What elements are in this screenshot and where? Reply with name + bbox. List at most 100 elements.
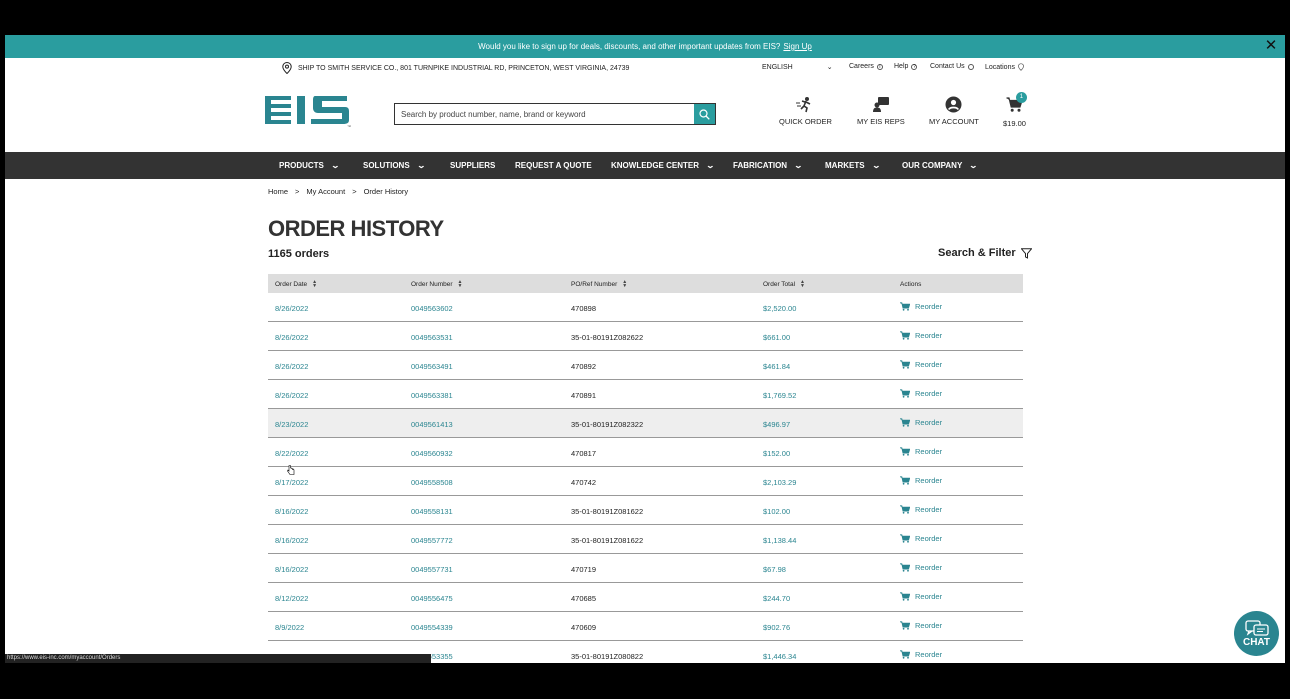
order-total-cell[interactable]: $152.00 [763,449,790,458]
po-ref-number-cell: 470898 [571,304,597,313]
order-total-cell[interactable]: $1,446.34 [763,652,796,661]
order-total-cell[interactable]: $902.76 [763,623,790,632]
table-row: 8/26/2022 0049563602 470898 $2,520.00 Reorde… [268,293,1023,322]
nav-suppliers[interactable]: SUPPLIERS [450,152,495,179]
order-number-cell[interactable]: 0049558131 [411,507,453,516]
order-total-cell[interactable]: $1,769.52 [763,391,796,400]
help-link[interactable]: Help? [894,63,918,70]
order-total-cell[interactable]: $67.98 [763,565,786,574]
order-number-cell[interactable]: 0049557731 [411,565,453,574]
reorder-label: Reorder [915,447,943,456]
signup-link[interactable]: Sign Up [783,42,811,51]
col-po-ref-number[interactable]: PO/Ref Number ▲ ▼ [571,279,628,289]
cart-button[interactable]: 1 $19.00 [1003,92,1027,128]
order-date-cell[interactable]: 8/9/2022 [275,623,304,632]
order-total-cell[interactable]: $461.84 [763,362,790,371]
order-date-cell[interactable]: 8/26/2022 [275,333,308,342]
search-filter-button[interactable]: Search & Filter [938,247,1032,259]
order-date-cell[interactable]: 8/17/2022 [275,478,308,487]
reorder-button[interactable]: Reorder [900,447,942,456]
order-date-cell[interactable]: 8/23/2022 [275,420,308,429]
nav-fabrication[interactable]: FABRICATION ⌄ [733,152,803,179]
location-pin-icon [282,62,292,74]
chevron-down-icon: ⌄ [826,64,833,71]
order-total-cell[interactable]: $244.70 [763,594,790,603]
careers-link[interactable]: Careers i [849,63,883,70]
cart-icon [900,331,910,340]
reorder-button[interactable]: Reorder [900,360,942,369]
breadcrumb-home[interactable]: Home [268,187,288,196]
order-total-cell[interactable]: $1,138.44 [763,536,796,545]
reorder-button[interactable]: Reorder [900,331,942,340]
nav-solutions[interactable]: SOLUTIONS ⌄ [363,152,426,179]
po-ref-number-cell: 470892 [571,362,597,371]
order-number-cell[interactable]: 0049554339 [411,623,453,632]
col-order-number[interactable]: Order Number ▲ ▼ [411,280,463,289]
table-row: 8/26/2022 0049563381 470891 $1,769.52 Reorde… [268,380,1023,409]
reorder-button[interactable]: Reorder [900,302,942,311]
reorder-label: Reorder [915,621,943,630]
order-number-cell[interactable]: 0049561413 [411,420,453,429]
order-total-cell[interactable]: $2,520.00 [763,304,796,313]
chat-button[interactable]: CHAT [1234,611,1279,656]
my-account-button[interactable]: MY ACCOUNT [929,96,979,126]
locations-link[interactable]: Locations [985,63,1024,71]
quick-order-icon [796,97,811,113]
nav-our-company[interactable]: OUR COMPANY ⌄ [902,152,978,179]
order-number-cell[interactable]: 0049563602 [411,304,453,313]
quick-order-button[interactable]: QUICK ORDER [779,96,832,126]
order-number-cell[interactable]: 0049558508 [411,478,453,487]
reorder-button[interactable]: Reorder [900,534,942,543]
eis-logo[interactable]: ™ [265,96,355,129]
nav-markets[interactable]: MARKETS ⌄ [825,152,881,179]
my-eis-reps-button[interactable]: MY EIS REPS [857,96,905,126]
reorder-button[interactable]: Reorder [900,650,942,659]
order-number-cell[interactable]: 0049557772 [411,536,453,545]
close-icon[interactable]: ✕ [1263,38,1279,54]
reorder-button[interactable]: Reorder [900,418,942,427]
main-nav: PRODUCTS ⌄ SOLUTIONS ⌄ SUPPLIERS REQUEST A… [5,152,1285,179]
cart-icon [900,563,910,572]
order-total-cell[interactable]: $661.00 [763,333,790,342]
nav-products[interactable]: PRODUCTS ⌄ [279,152,340,179]
order-date-cell[interactable]: 8/16/2022 [275,507,308,516]
order-total-cell[interactable]: $102.00 [763,507,790,516]
order-date-cell[interactable]: 8/16/2022 [275,536,308,545]
order-total-cell[interactable]: $2,103.29 [763,478,796,487]
search-button[interactable] [694,104,715,124]
order-date-cell[interactable]: 8/26/2022 [275,362,308,371]
nav-knowledge-center[interactable]: KNOWLEDGE CENTER ⌄ [611,152,715,179]
order-total-cell[interactable]: $496.97 [763,420,790,429]
order-date-cell[interactable]: 8/16/2022 [275,565,308,574]
order-date-cell[interactable]: 8/26/2022 [275,391,308,400]
ship-to-selector[interactable]: SHIP TO SMITH SERVICE CO., 801 TURNPIKE … [282,62,629,74]
reorder-button[interactable]: Reorder [900,389,942,398]
reorder-button[interactable]: Reorder [900,505,942,514]
cart-icon [900,621,910,630]
reorder-button[interactable]: Reorder [900,592,942,601]
reorder-button[interactable]: Reorder [900,621,942,630]
nav-request-quote[interactable]: REQUEST A QUOTE [515,152,592,179]
reorder-button[interactable]: Reorder [900,476,942,485]
order-number-cell[interactable]: 0049563381 [411,391,453,400]
order-number-cell[interactable]: 0049563491 [411,362,453,371]
utility-bar: SHIP TO SMITH SERVICE CO., 801 TURNPIKE … [5,58,1285,78]
order-number-cell[interactable]: 0049563531 [411,333,453,342]
search-input[interactable] [395,104,694,124]
order-number-cell[interactable]: 0049560932 [411,449,453,458]
cart-icon [900,505,910,514]
breadcrumb-my-account[interactable]: My Account [306,187,345,196]
language-select[interactable]: ENGLISH ⌄ [762,63,833,72]
order-number-cell[interactable]: 0049556475 [411,594,453,603]
col-order-date[interactable]: Order Date ▲ ▼ [275,280,317,289]
reorder-button[interactable]: Reorder [900,563,942,572]
sort-icon: ▲ ▼ [622,279,628,289]
order-date-cell[interactable]: 8/26/2022 [275,304,308,313]
reorder-label: Reorder [915,360,943,369]
table-row: 8/16/2022 0049557731 470719 $67.98 Reorder [268,554,1023,583]
order-date-cell[interactable]: 8/12/2022 [275,594,308,603]
contact-link[interactable]: Contact Us [930,63,974,70]
table-row: 8/16/2022 0049557772 35-01-80191Z081622 $1,… [268,525,1023,554]
col-order-total[interactable]: Order Total ▲ ▼ [763,280,805,289]
order-date-cell[interactable]: 8/22/2022 [275,449,308,458]
